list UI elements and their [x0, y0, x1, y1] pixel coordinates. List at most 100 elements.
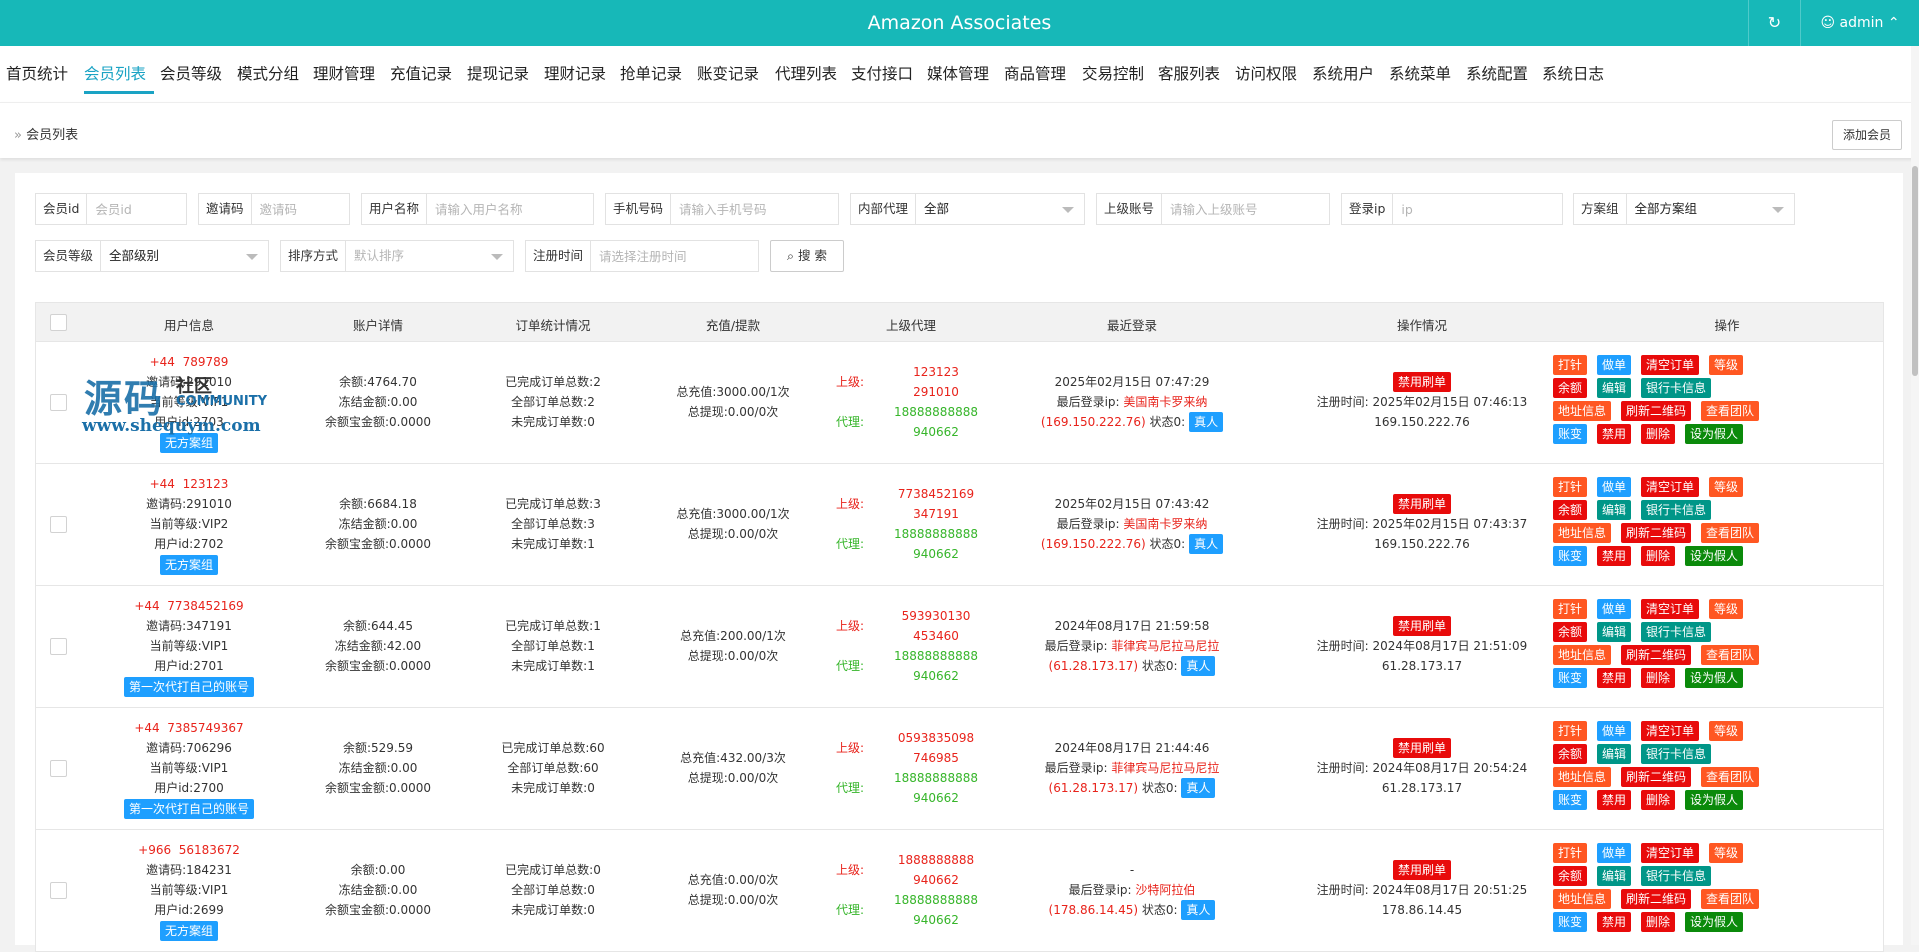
action-button[interactable]: 删除	[1641, 424, 1675, 444]
action-button[interactable]: 银行卡信息	[1641, 866, 1711, 886]
action-button[interactable]: 编辑	[1597, 866, 1631, 886]
action-button[interactable]: 查看团队	[1701, 645, 1759, 665]
internal-agent-select[interactable]: 全部	[916, 194, 1084, 224]
agent-account[interactable]: 18888888888	[894, 527, 978, 541]
action-button[interactable]: 刷新二维码	[1621, 767, 1691, 787]
nav-item-1[interactable]: 会员列表	[84, 62, 146, 84]
action-button[interactable]: 设为假人	[1685, 912, 1743, 932]
member-id-input[interactable]	[87, 194, 186, 224]
action-button[interactable]: 等级	[1709, 355, 1743, 375]
action-button[interactable]: 账变	[1553, 790, 1587, 810]
action-button[interactable]: 查看团队	[1701, 767, 1759, 787]
nav-item-16[interactable]: 访问权限	[1235, 62, 1297, 84]
action-button[interactable]: 删除	[1641, 546, 1675, 566]
nav-item-12[interactable]: 媒体管理	[927, 62, 989, 84]
ban-order-tag[interactable]: 禁用刷单	[1392, 860, 1451, 880]
plan-group-tag[interactable]: 第一次代打自己的账号	[123, 677, 254, 697]
action-button[interactable]: 设为假人	[1685, 546, 1743, 566]
ban-order-tag[interactable]: 禁用刷单	[1392, 372, 1451, 392]
nav-item-7[interactable]: 理财记录	[544, 62, 606, 84]
action-button[interactable]: 清空订单	[1641, 843, 1699, 863]
row-checkbox[interactable]	[50, 516, 67, 533]
action-button[interactable]: 禁用	[1597, 790, 1631, 810]
reg-time-input[interactable]	[591, 241, 758, 271]
action-button[interactable]: 刷新二维码	[1621, 645, 1691, 665]
user-menu[interactable]: ☺ admin ⌃	[1800, 0, 1919, 46]
action-button[interactable]: 清空订单	[1641, 721, 1699, 741]
action-button[interactable]: 等级	[1709, 599, 1743, 619]
row-checkbox[interactable]	[50, 760, 67, 777]
action-button[interactable]: 银行卡信息	[1641, 378, 1711, 398]
action-button[interactable]: 清空订单	[1641, 355, 1699, 375]
action-button[interactable]: 刷新二维码	[1621, 401, 1691, 421]
scrollbar-thumb[interactable]	[1912, 166, 1918, 376]
agent-account[interactable]: 18888888888	[894, 649, 978, 663]
nav-item-2[interactable]: 会员等级	[160, 62, 222, 84]
invite-code-input[interactable]	[251, 194, 349, 224]
ban-order-tag[interactable]: 禁用刷单	[1392, 738, 1451, 758]
row-checkbox[interactable]	[50, 638, 67, 655]
action-button[interactable]: 删除	[1641, 790, 1675, 810]
action-button[interactable]: 禁用	[1597, 424, 1631, 444]
agent-account[interactable]: 18888888888	[894, 771, 978, 785]
action-button[interactable]: 做单	[1597, 721, 1631, 741]
plan-group-tag[interactable]: 无方案组	[159, 921, 218, 941]
nav-item-5[interactable]: 充值记录	[390, 62, 452, 84]
nav-item-18[interactable]: 系统菜单	[1389, 62, 1451, 84]
action-button[interactable]: 账变	[1553, 424, 1587, 444]
action-button[interactable]: 余额	[1553, 866, 1587, 886]
username-input[interactable]	[427, 194, 593, 224]
action-button[interactable]: 地址信息	[1553, 645, 1611, 665]
real-person-tag[interactable]: 真人	[1189, 412, 1224, 432]
action-button[interactable]: 设为假人	[1685, 424, 1743, 444]
real-person-tag[interactable]: 真人	[1181, 900, 1216, 920]
action-button[interactable]: 银行卡信息	[1641, 500, 1711, 520]
action-button[interactable]: 银行卡信息	[1641, 622, 1711, 642]
action-button[interactable]: 编辑	[1597, 744, 1631, 764]
action-button[interactable]: 做单	[1597, 599, 1631, 619]
action-button[interactable]: 清空订单	[1641, 599, 1699, 619]
nav-item-0[interactable]: 首页统计	[6, 62, 68, 84]
agent-account[interactable]: 18888888888	[894, 893, 978, 907]
nav-item-4[interactable]: 理财管理	[313, 62, 375, 84]
action-button[interactable]: 查看团队	[1701, 889, 1759, 909]
agent-account[interactable]: 18888888888	[894, 405, 978, 419]
action-button[interactable]: 打针	[1553, 355, 1587, 375]
nav-item-9[interactable]: 账变记录	[697, 62, 759, 84]
search-button[interactable]: ⌕ 搜 索	[770, 240, 844, 272]
phone-input[interactable]	[671, 194, 838, 224]
nav-item-15[interactable]: 客服列表	[1158, 62, 1220, 84]
parent-account[interactable]: 7738452169	[898, 487, 974, 501]
action-button[interactable]: 编辑	[1597, 500, 1631, 520]
plan-group-select[interactable]: 全部方案组	[1627, 194, 1794, 224]
action-button[interactable]: 账变	[1553, 546, 1587, 566]
real-person-tag[interactable]: 真人	[1181, 656, 1216, 676]
login-ip-input[interactable]	[1393, 194, 1562, 224]
action-button[interactable]: 等级	[1709, 721, 1743, 741]
action-button[interactable]: 删除	[1641, 912, 1675, 932]
action-button[interactable]: 查看团队	[1701, 523, 1759, 543]
action-button[interactable]: 禁用	[1597, 912, 1631, 932]
action-button[interactable]: 编辑	[1597, 622, 1631, 642]
action-button[interactable]: 打针	[1553, 721, 1587, 741]
action-button[interactable]: 地址信息	[1553, 523, 1611, 543]
nav-item-14[interactable]: 交易控制	[1082, 62, 1144, 84]
select-all-checkbox[interactable]	[50, 314, 67, 331]
parent-account[interactable]: 1888888888	[898, 853, 974, 867]
nav-item-13[interactable]: 商品管理	[1004, 62, 1066, 84]
action-button[interactable]: 打针	[1553, 599, 1587, 619]
action-button[interactable]: 做单	[1597, 355, 1631, 375]
scrollbar[interactable]	[1911, 46, 1919, 945]
action-button[interactable]: 禁用	[1597, 546, 1631, 566]
plan-group-tag[interactable]: 第一次代打自己的账号	[123, 799, 254, 819]
action-button[interactable]: 余额	[1553, 378, 1587, 398]
refresh-icon[interactable]: ↻	[1748, 0, 1800, 46]
action-button[interactable]: 打针	[1553, 477, 1587, 497]
sort-select[interactable]: 默认排序	[346, 241, 513, 271]
nav-item-20[interactable]: 系统日志	[1542, 62, 1604, 84]
action-button[interactable]: 等级	[1709, 477, 1743, 497]
action-button[interactable]: 账变	[1553, 668, 1587, 688]
parent-account[interactable]: 123123	[913, 365, 959, 379]
action-button[interactable]: 打针	[1553, 843, 1587, 863]
action-button[interactable]: 地址信息	[1553, 767, 1611, 787]
